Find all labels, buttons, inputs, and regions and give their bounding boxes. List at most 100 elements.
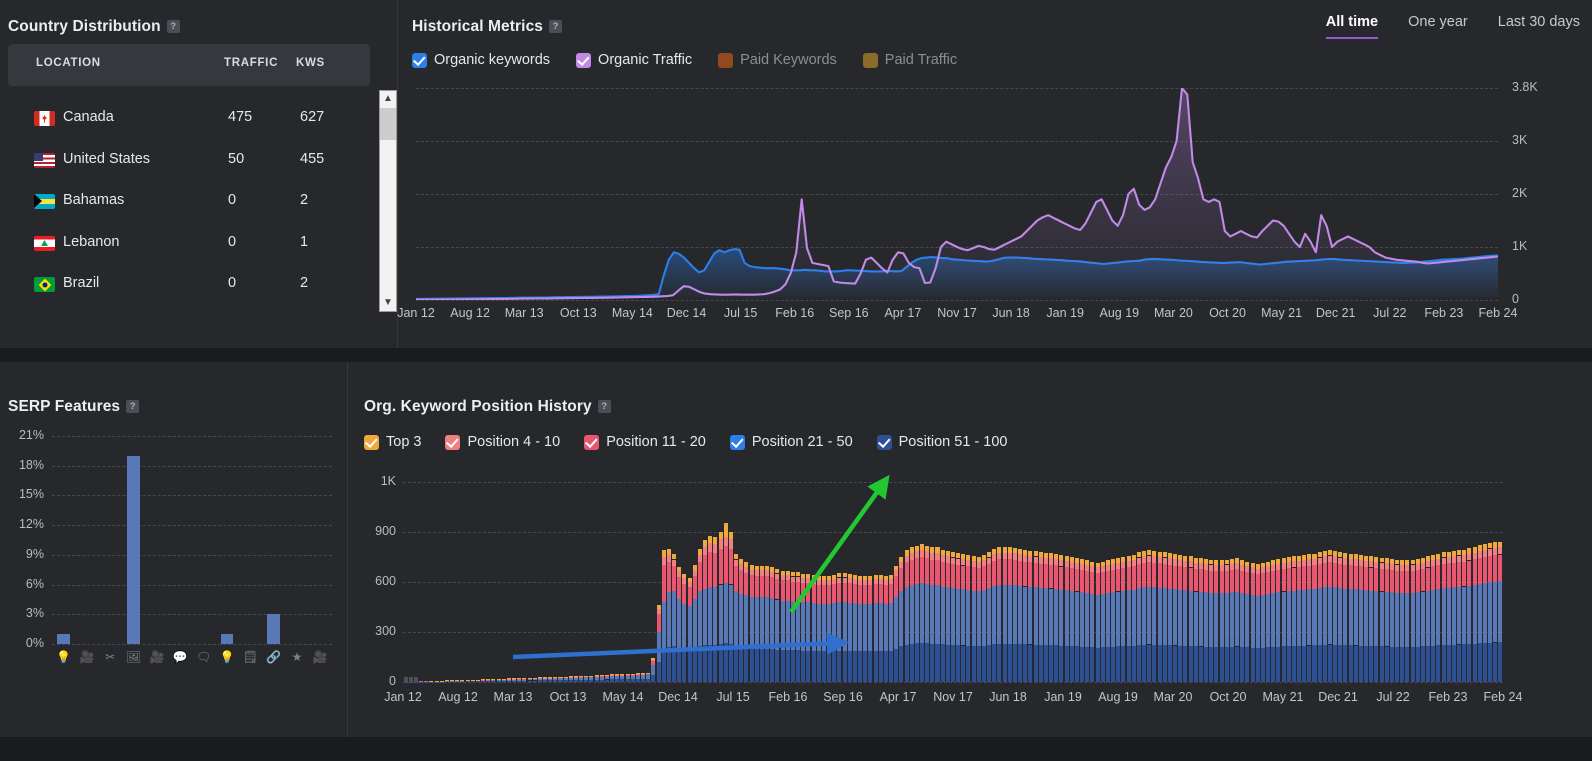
- position-history-bar[interactable]: [697, 482, 702, 682]
- position-history-bar[interactable]: [1255, 482, 1260, 682]
- position-history-bar[interactable]: [739, 482, 744, 682]
- position-history-bar[interactable]: [971, 482, 976, 682]
- position-history-bar[interactable]: [692, 482, 697, 682]
- position-history-bar[interactable]: [491, 482, 496, 682]
- position-history-bar[interactable]: [615, 482, 620, 682]
- position-history-bar[interactable]: [1291, 482, 1296, 682]
- checkbox-icon[interactable]: [364, 434, 379, 450]
- position-history-bar[interactable]: [816, 482, 821, 682]
- position-history-bar[interactable]: [1410, 482, 1415, 682]
- position-history-bar[interactable]: [770, 482, 775, 682]
- position-history-bar[interactable]: [1012, 482, 1017, 682]
- position-history-bar[interactable]: [460, 482, 465, 683]
- position-history-bar[interactable]: [553, 482, 558, 682]
- position-history-bar[interactable]: [1100, 482, 1105, 682]
- position-history-bar[interactable]: [1415, 482, 1420, 682]
- position-history-bar[interactable]: [837, 482, 842, 682]
- position-history-bar[interactable]: [1002, 482, 1007, 682]
- position-history-bar[interactable]: [1338, 482, 1343, 682]
- position-history-bar[interactable]: [940, 482, 945, 682]
- position-history-bar[interactable]: [1183, 482, 1188, 682]
- position-history-bar[interactable]: [785, 482, 790, 682]
- position-history-bar[interactable]: [987, 482, 992, 682]
- position-history-bar[interactable]: [666, 482, 671, 682]
- position-history-bar[interactable]: [481, 482, 486, 682]
- legend-item-organic-traffic[interactable]: Organic Traffic: [576, 52, 692, 68]
- position-history-bar[interactable]: [573, 482, 578, 682]
- position-history-bar[interactable]: [842, 482, 847, 682]
- position-history-bar[interactable]: [455, 482, 460, 683]
- position-history-bar[interactable]: [1467, 482, 1472, 682]
- position-history-bar[interactable]: [1204, 482, 1209, 682]
- position-history-bar[interactable]: [1121, 482, 1126, 682]
- position-history-bar[interactable]: [806, 482, 811, 682]
- position-history-bar[interactable]: [1198, 482, 1203, 682]
- position-history-bar[interactable]: [635, 482, 640, 682]
- position-history-bar[interactable]: [1343, 482, 1348, 682]
- position-history-bar[interactable]: [1317, 482, 1322, 682]
- serp-feature-video-icon[interactable]: 🎥: [75, 650, 98, 664]
- position-history-bar[interactable]: [1405, 482, 1410, 682]
- position-history-bar[interactable]: [790, 482, 795, 682]
- position-history-bar[interactable]: [1085, 482, 1090, 682]
- position-history-bar[interactable]: [517, 482, 522, 682]
- position-history-bar[interactable]: [1302, 482, 1307, 682]
- position-history-bar[interactable]: [981, 482, 986, 682]
- position-history-bar[interactable]: [734, 482, 739, 682]
- position-history-bar[interactable]: [1193, 482, 1198, 682]
- position-history-bar[interactable]: [1348, 482, 1353, 682]
- position-history-bar[interactable]: [852, 482, 857, 682]
- position-history-bar[interactable]: [858, 482, 863, 682]
- position-history-bar[interactable]: [1023, 482, 1028, 682]
- position-history-bar[interactable]: [1214, 482, 1219, 682]
- help-icon[interactable]: ?: [549, 20, 563, 33]
- position-history-bar[interactable]: [1457, 482, 1462, 682]
- position-history-bar[interactable]: [1049, 482, 1054, 682]
- position-history-bar[interactable]: [765, 482, 770, 682]
- position-history-bar[interactable]: [744, 482, 749, 682]
- help-icon[interactable]: ?: [597, 400, 611, 413]
- position-history-bar[interactable]: [1441, 482, 1446, 682]
- position-history-bar[interactable]: [1420, 482, 1425, 682]
- checkbox-icon[interactable]: [445, 434, 461, 450]
- position-history-bar[interactable]: [832, 482, 837, 682]
- position-history-bar[interactable]: [930, 482, 935, 682]
- position-history-bar[interactable]: [1116, 482, 1121, 682]
- position-history-bar[interactable]: [1327, 482, 1332, 682]
- position-history-bar[interactable]: [1142, 482, 1147, 682]
- position-history-bar[interactable]: [1260, 482, 1265, 682]
- position-history-bar[interactable]: [537, 482, 542, 682]
- position-history-bar[interactable]: [992, 482, 997, 682]
- table-row[interactable]: Bahamas 0 2: [8, 183, 370, 225]
- position-history-bar[interactable]: [661, 482, 666, 682]
- position-history-bar[interactable]: [568, 482, 573, 682]
- position-history-bar[interactable]: [1312, 482, 1317, 682]
- serp-feature-discussions-icon[interactable]: 💬: [169, 650, 192, 664]
- position-history-bar[interactable]: [610, 482, 615, 682]
- position-history-bar[interactable]: [429, 482, 434, 683]
- serp-feature-local-pack-icon[interactable]: 💡: [215, 650, 238, 664]
- position-history-bar[interactable]: [914, 482, 919, 682]
- position-history-bar[interactable]: [646, 482, 651, 682]
- position-history-bar[interactable]: [1188, 482, 1193, 682]
- position-history-bar[interactable]: [997, 482, 1002, 682]
- position-history-bar[interactable]: [1493, 482, 1498, 682]
- position-history-bar[interactable]: [935, 482, 940, 682]
- position-history-bar[interactable]: [1462, 482, 1467, 682]
- position-history-bar[interactable]: [1018, 482, 1023, 682]
- position-history-bar[interactable]: [1235, 482, 1240, 682]
- position-history-bar[interactable]: [403, 482, 408, 683]
- serp-feature-links-icon[interactable]: 🔗: [262, 650, 285, 664]
- legend-item-organic-keywords[interactable]: Organic keywords: [412, 52, 550, 68]
- position-history-bar[interactable]: [945, 482, 950, 682]
- position-history-bar[interactable]: [470, 482, 475, 682]
- serp-feature-bar[interactable]: [267, 614, 281, 644]
- checkbox-icon[interactable]: [718, 52, 734, 68]
- serp-feature-video-carousel-icon[interactable]: 🎥: [145, 650, 168, 664]
- position-history-bar[interactable]: [1488, 482, 1493, 682]
- position-history-bar[interactable]: [1178, 482, 1183, 682]
- position-history-bar[interactable]: [1054, 482, 1059, 682]
- position-history-bar[interactable]: [419, 482, 424, 683]
- position-history-bar[interactable]: [413, 482, 418, 683]
- position-history-bar[interactable]: [599, 482, 604, 682]
